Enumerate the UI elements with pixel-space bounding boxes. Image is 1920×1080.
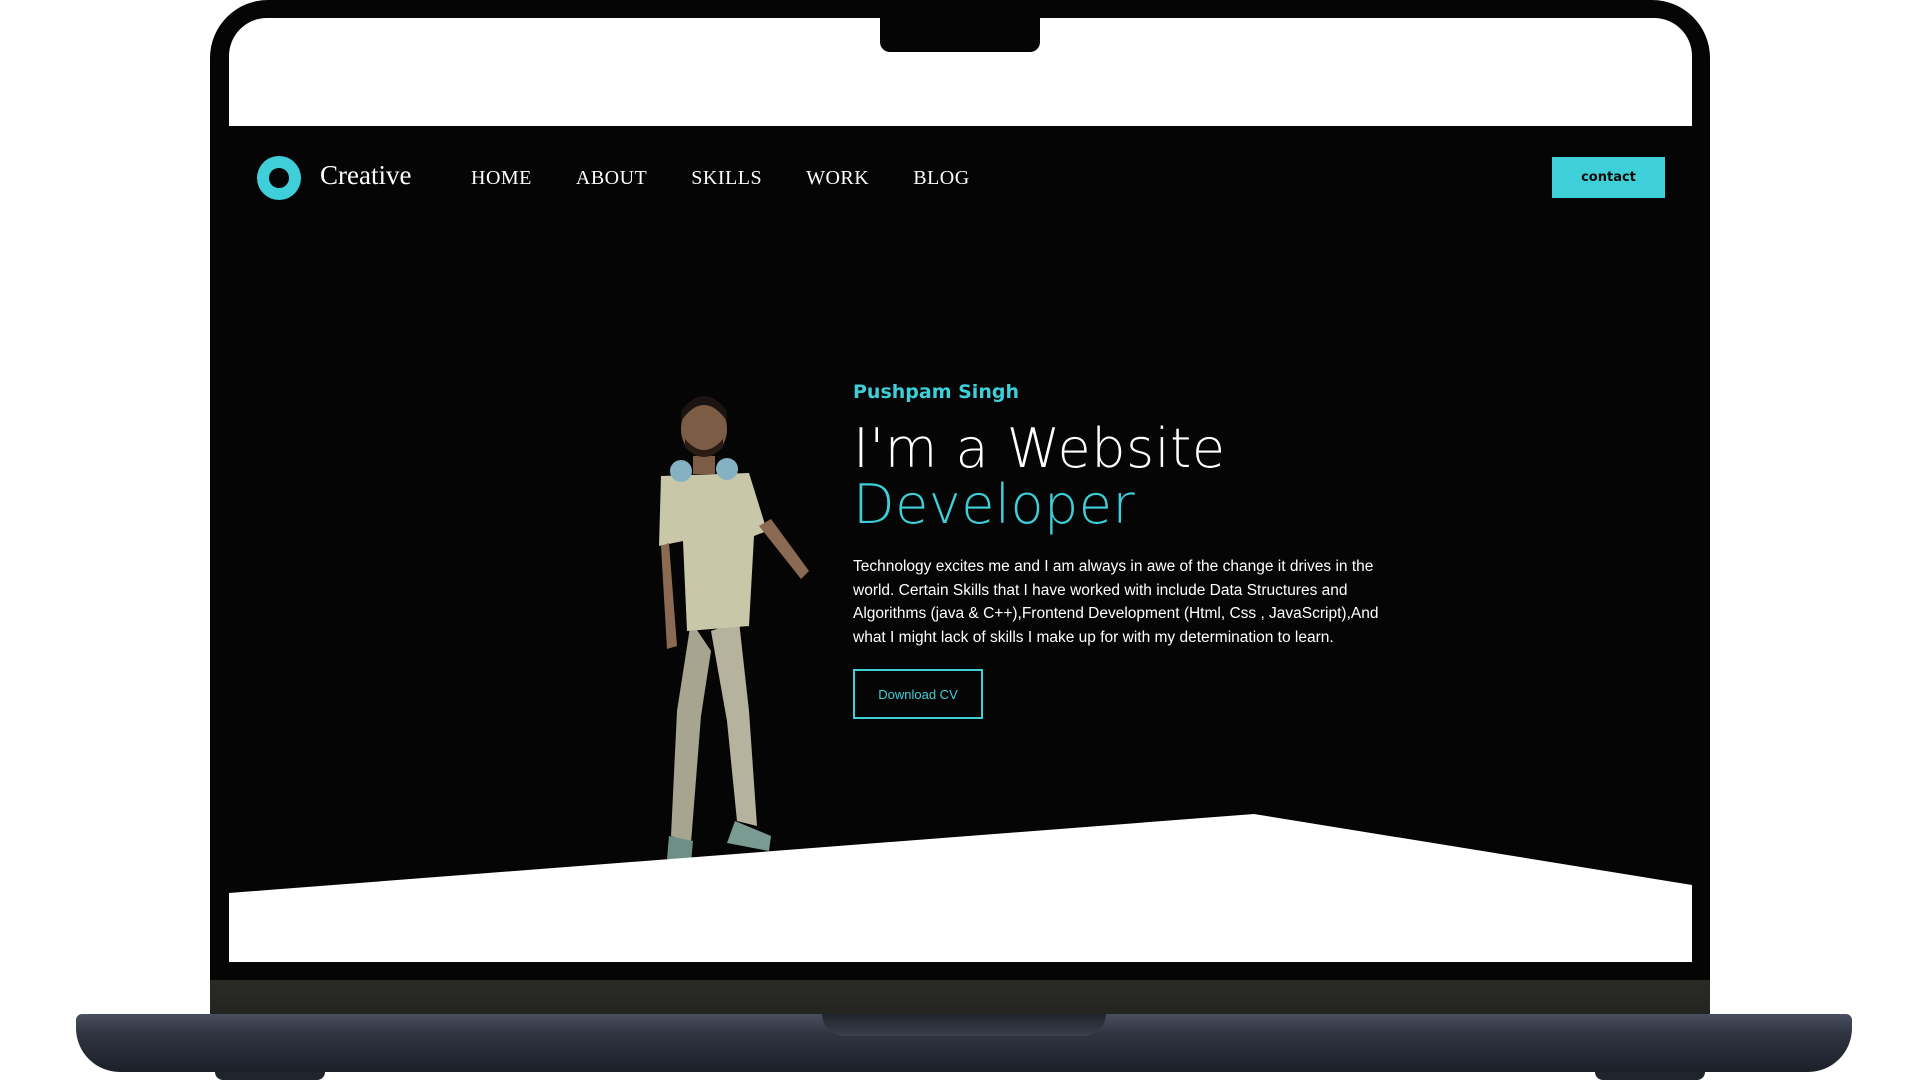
trackpad-notch bbox=[822, 1014, 1106, 1036]
person-portrait bbox=[659, 396, 809, 863]
screen-bezel-bottom bbox=[210, 962, 1710, 980]
laptop-foot-left bbox=[215, 1072, 325, 1080]
hero-name: Pushpam Singh bbox=[853, 381, 1019, 403]
camera-notch bbox=[880, 0, 1040, 52]
nav-links: HOME ABOUT SKILLS WORK BLOG bbox=[471, 167, 1014, 190]
download-cv-button[interactable]: Download CV bbox=[853, 669, 983, 719]
contact-button[interactable]: contact bbox=[1552, 157, 1665, 198]
hero-title-line2: Developer bbox=[853, 473, 1136, 536]
hero-description: Technology excites me and I am always in… bbox=[853, 558, 1379, 646]
hero-title-line1: I'm a Website bbox=[853, 417, 1226, 480]
nav-link-work[interactable]: WORK bbox=[806, 167, 869, 190]
logo-icon[interactable] bbox=[257, 156, 301, 200]
website: Creative HOME ABOUT SKILLS WORK BLOG con… bbox=[229, 126, 1692, 963]
section-divider bbox=[229, 814, 1692, 963]
hero-content: Pushpam Singh I'm a Website Developer Te… bbox=[853, 381, 1413, 719]
hero-title: I'm a Website Developer bbox=[853, 421, 1413, 533]
nav-link-blog[interactable]: BLOG bbox=[913, 167, 969, 190]
laptop-hinge bbox=[210, 980, 1710, 1015]
nav-link-home[interactable]: HOME bbox=[471, 167, 532, 190]
nav-link-skills[interactable]: SKILLS bbox=[691, 167, 762, 190]
laptop-screen: Creative HOME ABOUT SKILLS WORK BLOG con… bbox=[229, 18, 1692, 963]
brand-name[interactable]: Creative bbox=[320, 160, 411, 191]
laptop-foot-right bbox=[1595, 1072, 1705, 1080]
navbar: Creative HOME ABOUT SKILLS WORK BLOG con… bbox=[229, 126, 1692, 226]
nav-link-about[interactable]: ABOUT bbox=[576, 167, 647, 190]
